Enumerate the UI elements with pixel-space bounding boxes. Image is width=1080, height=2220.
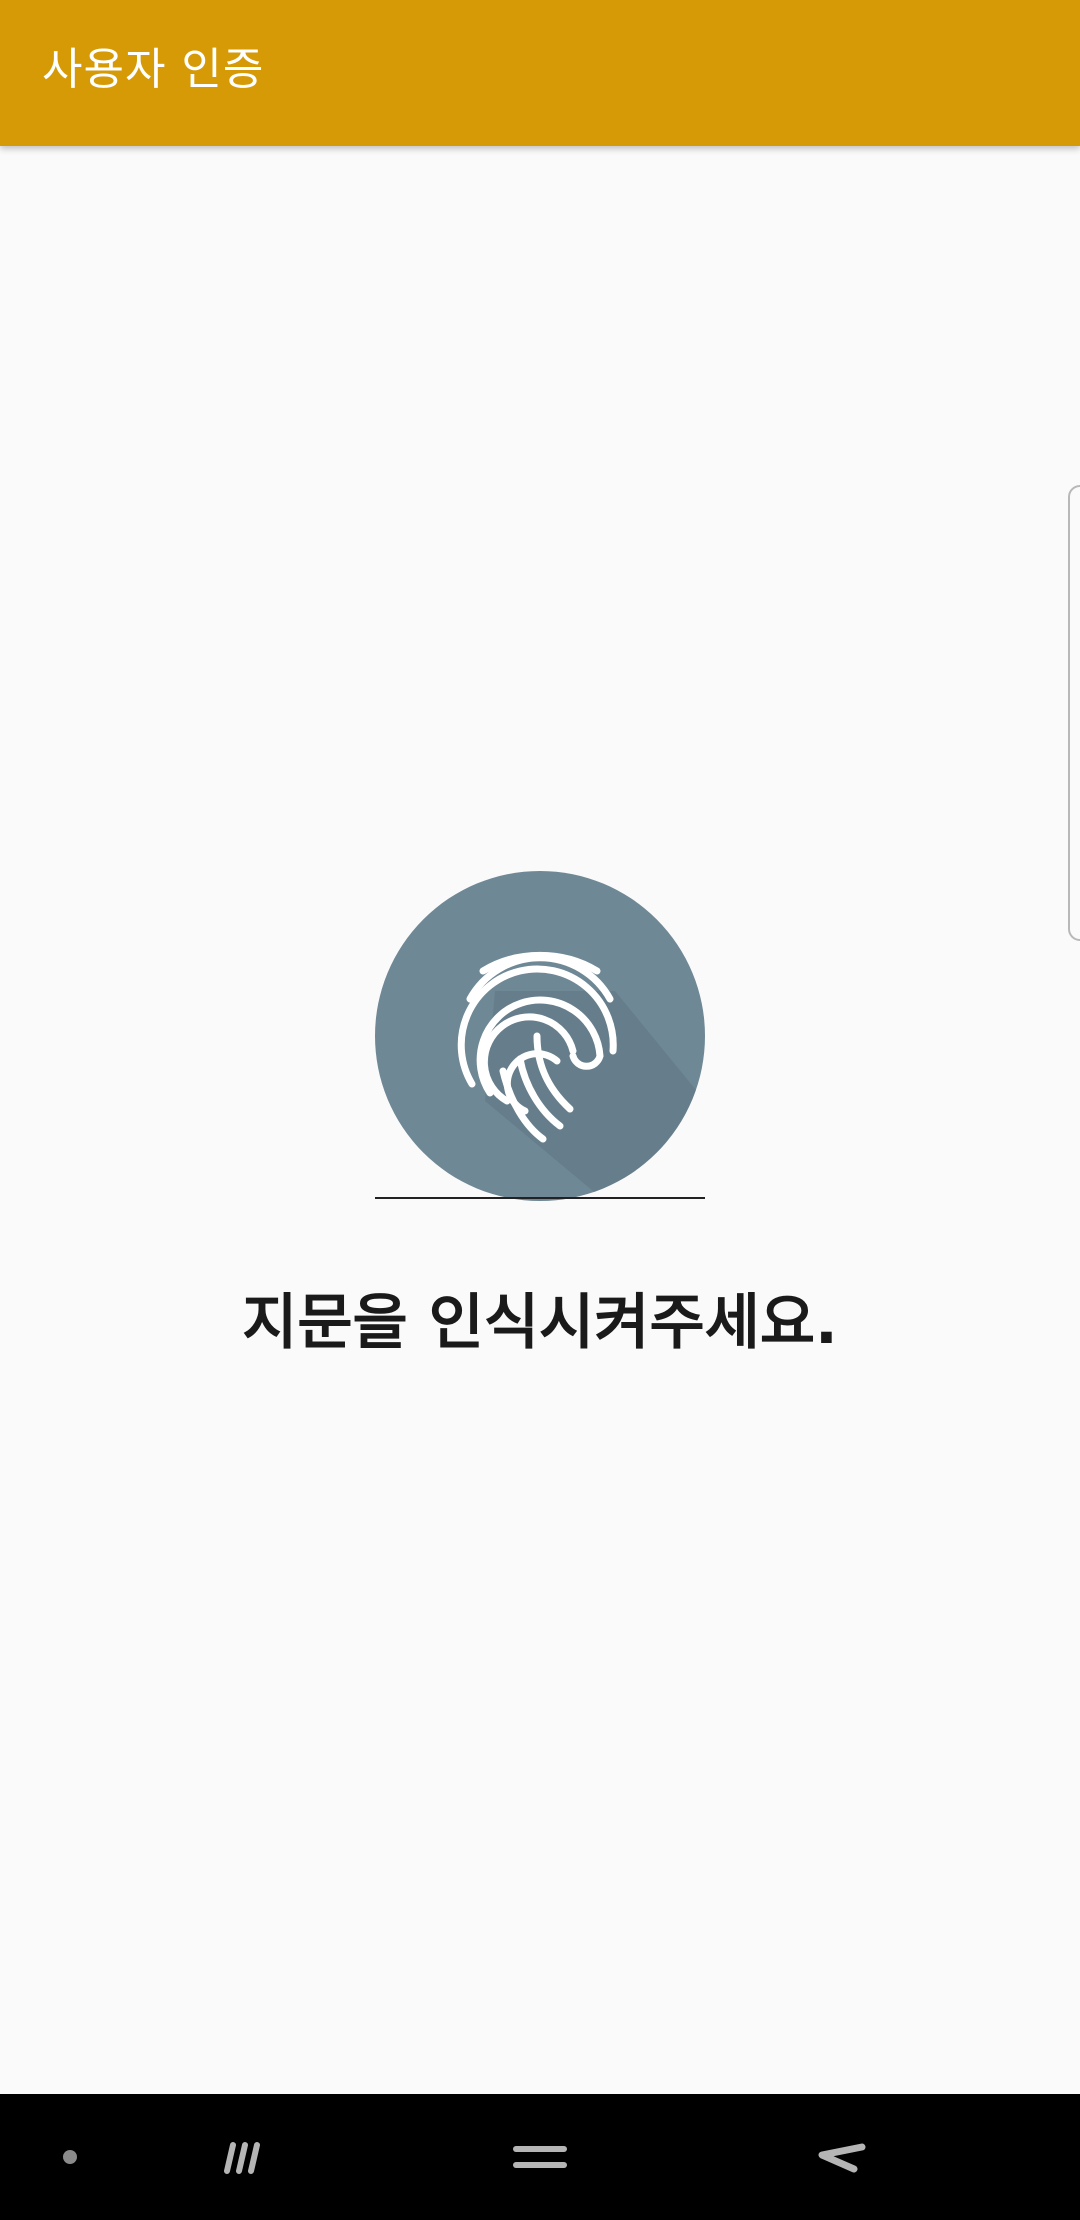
app-bar-title: 사용자 인증 [42, 44, 265, 95]
fingerprint-underline [375, 1197, 705, 1199]
dot-icon[interactable] [30, 2094, 110, 2220]
screen: 사용자 인증 지문을 인식시켜주세요. [0, 0, 1080, 2220]
app-bar: 사용자 인증 [0, 0, 1080, 146]
back-icon[interactable] [800, 2094, 880, 2220]
home-icon[interactable] [500, 2094, 580, 2220]
navigation-bar [0, 2094, 1080, 2220]
edge-panel-handle[interactable] [1068, 485, 1080, 941]
recent-apps-icon[interactable] [200, 2094, 280, 2220]
fingerprint-icon [375, 871, 705, 1201]
fingerprint-prompt: 지문을 인식시켜주세요. [242, 1288, 838, 1358]
